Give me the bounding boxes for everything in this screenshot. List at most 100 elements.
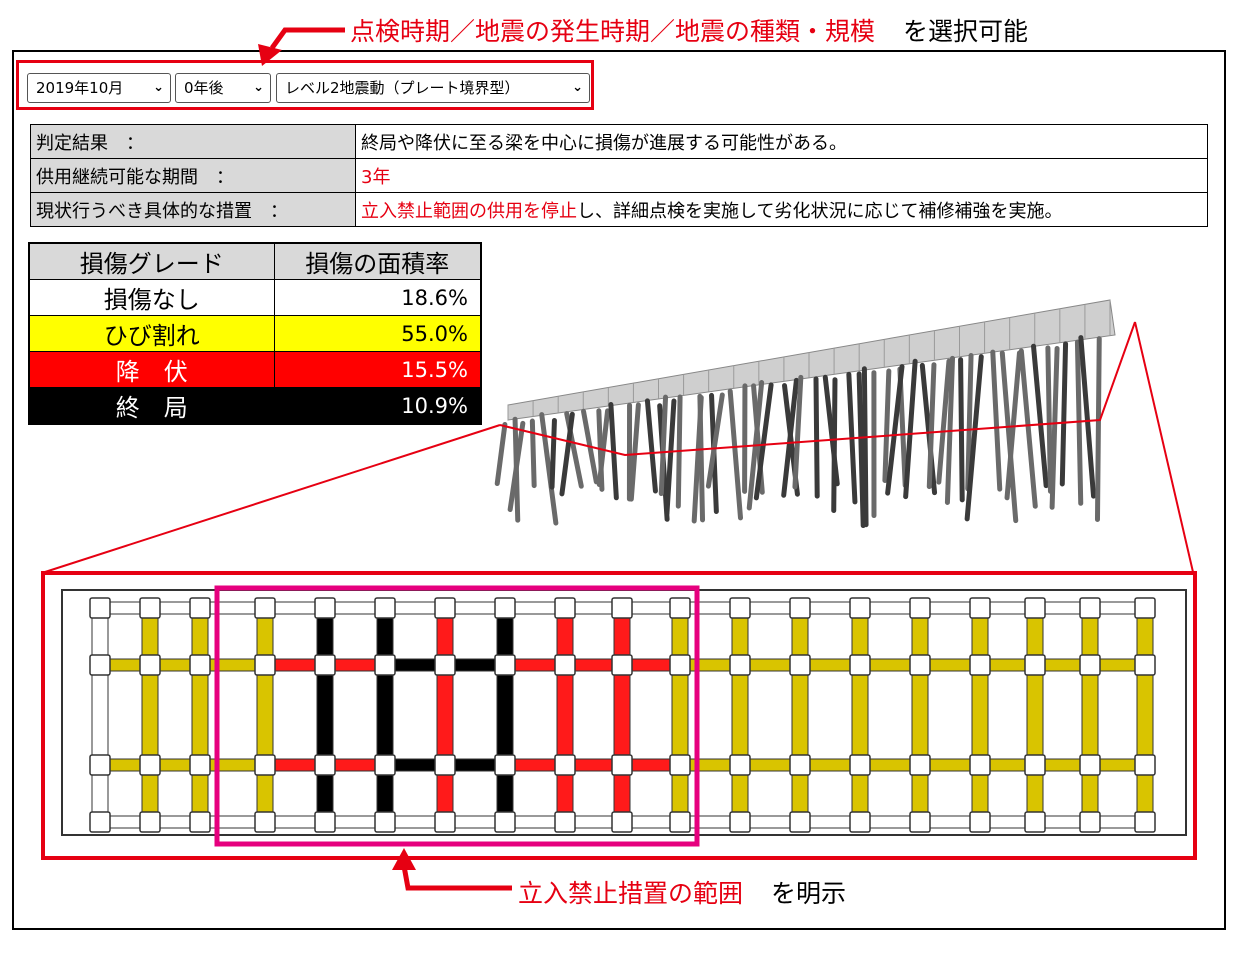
plan-node [1079,754,1101,776]
plan-beam-vertical [971,597,989,831]
plan-node [729,654,751,676]
plan-node [494,654,516,676]
plan-beam-horizontal [927,601,973,615]
plan-node [969,597,991,619]
plan-beam-horizontal [1042,758,1083,772]
plan-node [669,654,691,676]
plan-beam-horizontal [629,658,673,672]
plan-beam-horizontal [272,601,318,615]
plan-node [494,754,516,776]
plan-beam-horizontal [1097,815,1138,829]
plan-node [189,811,211,833]
plan-node [89,811,111,833]
pile [903,358,918,500]
plan-node [611,754,633,776]
plan-node [1079,597,1101,619]
plan-beam-horizontal [452,658,498,672]
plan-beam-horizontal [629,601,673,615]
plan-node [89,654,111,676]
plan-node [554,597,576,619]
plan-beam-horizontal [867,758,913,772]
plan-node [849,654,871,676]
plan-beam-horizontal [332,815,378,829]
plan-node [254,754,276,776]
plan-beam-horizontal [452,601,498,615]
pile [831,377,838,514]
plan-node [1134,754,1156,776]
plan-node [434,654,456,676]
plan-beam-horizontal [572,758,615,772]
pile [1059,341,1069,487]
plan-node [969,754,991,776]
plan-beam-horizontal [867,815,913,829]
plan-node [254,654,276,676]
restricted-zone-annotation-red-text: 立入禁止措置の範囲 [518,879,744,908]
pile [882,368,892,483]
plan-beam-vertical [556,597,574,831]
plan-node [314,597,336,619]
plan-node [554,754,576,776]
pile [990,349,1003,492]
plan-beam-horizontal [512,658,558,672]
plan-beam-horizontal [747,601,793,615]
plan-node [89,597,111,619]
plan-beam-horizontal [807,658,853,672]
plan-node [669,754,691,776]
plan-beam-horizontal [157,758,193,772]
plan-node [89,754,111,776]
plan-beam-vertical [791,597,809,831]
pile [813,376,820,499]
plan-node [189,654,211,676]
plan-node [729,754,751,776]
plan-node [139,597,161,619]
pile [1045,345,1053,494]
plan-beam-horizontal [1097,601,1138,615]
pile [549,417,557,490]
plan-beam-horizontal [807,601,853,615]
plan-beam-horizontal [392,815,438,829]
plan-beam-horizontal [392,758,438,772]
plan-beam-horizontal [747,758,793,772]
pile [664,398,677,516]
plan-beam-horizontal [1097,758,1138,772]
plan-beam-horizontal [332,658,378,672]
plan-node [374,597,396,619]
plan-beam-horizontal [392,658,438,672]
plan-node [729,597,751,619]
plan-beam-horizontal [987,658,1028,672]
plan-beam-horizontal [332,601,378,615]
pile [1049,345,1060,510]
plan-beam-vertical [671,597,689,831]
pile [494,421,508,487]
plan-node [374,754,396,776]
pile [628,402,641,502]
plan-node [374,811,396,833]
pier-3d-model [494,299,1116,529]
pile [1018,348,1038,509]
plan-node [1024,811,1046,833]
plan-beam-vertical [256,597,274,831]
plan-node [611,654,633,676]
plan-beam-horizontal [572,815,615,829]
plan-beam-vertical [1136,597,1154,831]
plan-node [1024,654,1046,676]
plan-beam-vertical [1026,597,1044,831]
plan-beam-horizontal [272,815,318,829]
plan-beam-horizontal [987,815,1028,829]
plan-beam-horizontal [107,601,143,615]
plan-beam-horizontal [157,601,193,615]
plan-node [494,597,516,619]
pile [1078,335,1097,499]
plan-beam-horizontal [867,658,913,672]
plan-node [254,811,276,833]
plan-node [254,597,276,619]
plan-beam-vertical [731,597,749,831]
plan-beam-horizontal [927,658,973,672]
plan-beam-horizontal [332,758,378,772]
plan-node [789,754,811,776]
plan-beam-horizontal [807,758,853,772]
plan-beam-horizontal [452,758,498,772]
plan-beam-horizontal [107,758,143,772]
plan-node [611,811,633,833]
plan-beam-vertical [141,597,159,831]
